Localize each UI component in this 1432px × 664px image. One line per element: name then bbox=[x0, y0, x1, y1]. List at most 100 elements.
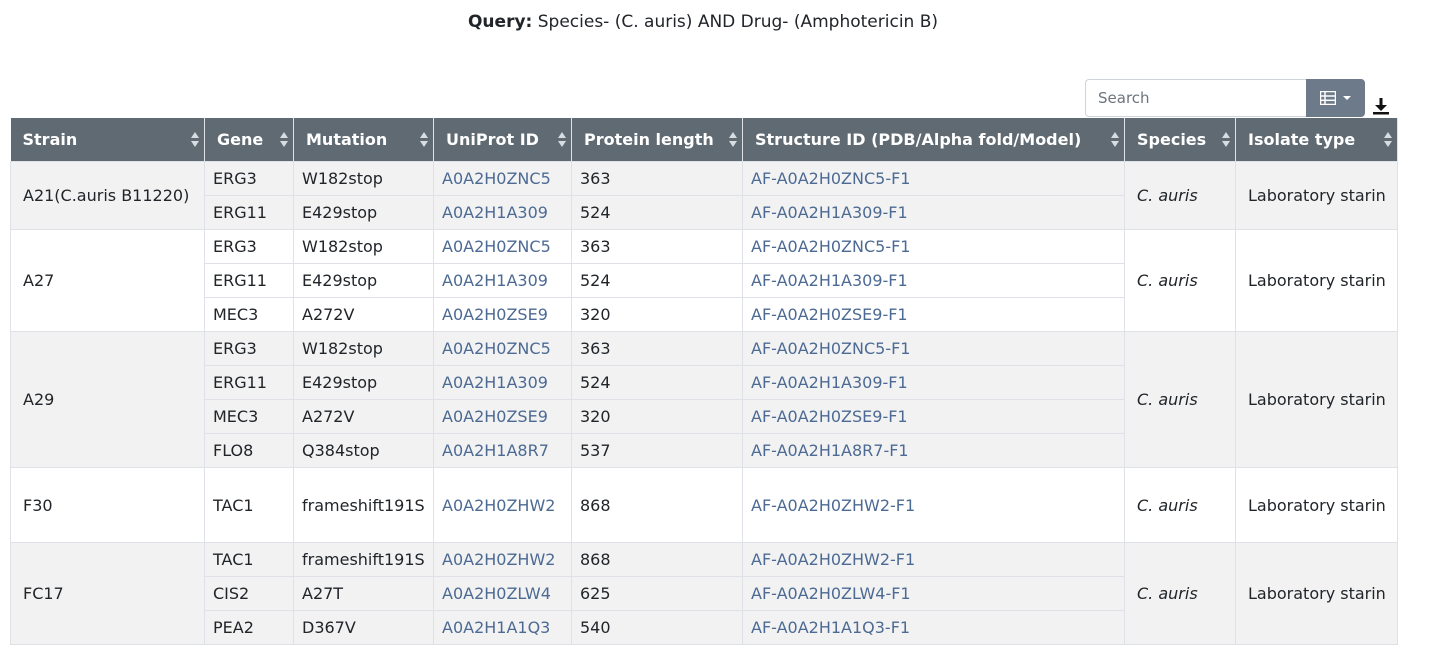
length-cell: 537 bbox=[571, 433, 743, 468]
uniprot-link[interactable]: A0A2H1A309 bbox=[442, 373, 548, 392]
structure-cell: AF-A0A2H0ZSE9-F1 bbox=[742, 297, 1125, 332]
strain-cell: A27 bbox=[10, 229, 205, 332]
mutation-cell: E429stop bbox=[293, 195, 434, 230]
structure-link[interactable]: AF-A0A2H0ZNC5-F1 bbox=[751, 169, 910, 188]
uniprot-cell: A0A2H0ZLW4 bbox=[433, 576, 572, 611]
strain-cell: A21(C.auris B11220) bbox=[10, 161, 205, 230]
sort-icon bbox=[1384, 132, 1392, 148]
query-summary: Query: Species- (C. auris) AND Drug- (Am… bbox=[0, 12, 1406, 32]
gene-cell: PEA2 bbox=[204, 610, 294, 645]
uniprot-link[interactable]: A0A2H0ZHW2 bbox=[442, 550, 555, 569]
uniprot-link[interactable]: A0A2H0ZLW4 bbox=[442, 584, 551, 603]
columns-toggle-button[interactable] bbox=[1306, 79, 1365, 117]
table-row: A21(C.auris B11220) ERG3 W182stop A0A2H0… bbox=[10, 161, 1398, 230]
list-icon bbox=[1320, 91, 1336, 105]
mutation-cell: E429stop bbox=[293, 263, 434, 298]
structure-link[interactable]: AF-A0A2H0ZHW2-F1 bbox=[751, 550, 915, 569]
length-cell: 320 bbox=[571, 399, 743, 434]
gene-cell: MEC3 bbox=[204, 297, 294, 332]
length-cell: 524 bbox=[571, 195, 743, 230]
structure-link[interactable]: AF-A0A2H0ZNC5-F1 bbox=[751, 237, 910, 256]
table-row: FC17 TAC1 frameshift191S A0A2H0ZHW2 868 … bbox=[10, 542, 1398, 645]
uniprot-cell: A0A2H0ZSE9 bbox=[433, 297, 572, 332]
uniprot-link[interactable]: A0A2H0ZNC5 bbox=[442, 339, 551, 358]
uniprot-link[interactable]: A0A2H0ZNC5 bbox=[442, 169, 551, 188]
column-header-isolate-type[interactable]: Isolate type bbox=[1235, 118, 1398, 162]
uniprot-link[interactable]: A0A2H0ZSE9 bbox=[442, 407, 548, 426]
length-cell: 524 bbox=[571, 263, 743, 298]
structure-link[interactable]: AF-A0A2H0ZLW4-F1 bbox=[751, 584, 911, 603]
mutation-cell: W182stop bbox=[293, 229, 434, 264]
isolate-type-cell: Laboratory starin bbox=[1235, 542, 1398, 645]
table-row: F30 TAC1 frameshift191S A0A2H0ZHW2 868 A… bbox=[10, 467, 1398, 543]
uniprot-link[interactable]: A0A2H1A1Q3 bbox=[442, 618, 550, 637]
strain-cell: FC17 bbox=[10, 542, 205, 645]
column-header-mutation[interactable]: Mutation bbox=[293, 118, 434, 162]
query-label: Query: bbox=[467, 12, 533, 32]
structure-link[interactable]: AF-A0A2H1A8R7-F1 bbox=[751, 441, 909, 460]
structure-cell: AF-A0A2H1A1Q3-F1 bbox=[742, 610, 1125, 645]
isolate-type-cell: Laboratory starin bbox=[1235, 331, 1398, 468]
length-cell: 868 bbox=[571, 542, 743, 577]
uniprot-link[interactable]: A0A2H1A309 bbox=[442, 271, 548, 290]
mutation-cell: W182stop bbox=[293, 161, 434, 196]
structure-link[interactable]: AF-A0A2H0ZSE9-F1 bbox=[751, 407, 908, 426]
uniprot-cell: A0A2H1A309 bbox=[433, 365, 572, 400]
mutation-cell: A272V bbox=[293, 399, 434, 434]
mutation-cell: D367V bbox=[293, 610, 434, 645]
length-cell: 363 bbox=[571, 161, 743, 196]
sort-icon bbox=[1111, 132, 1119, 148]
table-header-row: Strain Gene Mutation UniProt ID Protein … bbox=[10, 118, 1398, 162]
species-cell: C. auris bbox=[1124, 161, 1236, 230]
download-icon[interactable] bbox=[1372, 97, 1390, 115]
structure-link[interactable]: AF-A0A2H1A1Q3-F1 bbox=[751, 618, 910, 637]
sort-icon bbox=[191, 132, 199, 148]
structure-cell: AF-A0A2H0ZHW2-F1 bbox=[742, 467, 1125, 543]
structure-link[interactable]: AF-A0A2H0ZHW2-F1 bbox=[751, 496, 915, 515]
column-header-species[interactable]: Species bbox=[1124, 118, 1236, 162]
length-cell: 524 bbox=[571, 365, 743, 400]
structure-cell: AF-A0A2H0ZHW2-F1 bbox=[742, 542, 1125, 577]
uniprot-cell: A0A2H0ZHW2 bbox=[433, 467, 572, 543]
uniprot-link[interactable]: A0A2H0ZHW2 bbox=[442, 496, 555, 515]
structure-cell: AF-A0A2H1A309-F1 bbox=[742, 263, 1125, 298]
length-cell: 320 bbox=[571, 297, 743, 332]
sort-icon bbox=[420, 132, 428, 148]
species-cell: C. auris bbox=[1124, 331, 1236, 468]
length-cell: 868 bbox=[571, 467, 743, 543]
strain-cell: F30 bbox=[10, 467, 205, 543]
search-input[interactable] bbox=[1085, 79, 1306, 117]
gene-cell: ERG11 bbox=[204, 365, 294, 400]
column-header-protein-length[interactable]: Protein length bbox=[571, 118, 743, 162]
uniprot-link[interactable]: A0A2H1A309 bbox=[442, 203, 548, 222]
table-row: A29 ERG3 W182stop A0A2H0ZNC5 363 AF-A0A2… bbox=[10, 331, 1398, 468]
length-cell: 540 bbox=[571, 610, 743, 645]
structure-cell: AF-A0A2H0ZSE9-F1 bbox=[742, 399, 1125, 434]
query-text: Species- (C. auris) AND Drug- (Amphoteri… bbox=[537, 12, 939, 32]
sort-icon bbox=[729, 132, 737, 148]
column-header-structure-id[interactable]: Structure ID (PDB/Alpha fold/Model) bbox=[742, 118, 1125, 162]
column-header-strain[interactable]: Strain bbox=[10, 118, 205, 162]
uniprot-cell: A0A2H0ZNC5 bbox=[433, 161, 572, 196]
structure-link[interactable]: AF-A0A2H1A309-F1 bbox=[751, 271, 908, 290]
structure-link[interactable]: AF-A0A2H0ZNC5-F1 bbox=[751, 339, 910, 358]
uniprot-cell: A0A2H0ZSE9 bbox=[433, 399, 572, 434]
structure-link[interactable]: AF-A0A2H1A309-F1 bbox=[751, 373, 908, 392]
species-cell: C. auris bbox=[1124, 542, 1236, 645]
uniprot-link[interactable]: A0A2H1A8R7 bbox=[442, 441, 549, 460]
uniprot-link[interactable]: A0A2H0ZNC5 bbox=[442, 237, 551, 256]
mutation-table: Strain Gene Mutation UniProt ID Protein … bbox=[10, 118, 1398, 645]
gene-cell: ERG3 bbox=[204, 331, 294, 366]
structure-link[interactable]: AF-A0A2H0ZSE9-F1 bbox=[751, 305, 908, 324]
mutation-cell: A272V bbox=[293, 297, 434, 332]
species-cell: C. auris bbox=[1124, 467, 1236, 543]
uniprot-link[interactable]: A0A2H0ZSE9 bbox=[442, 305, 548, 324]
gene-cell: CIS2 bbox=[204, 576, 294, 611]
sort-icon bbox=[1222, 132, 1230, 148]
column-header-uniprot-id[interactable]: UniProt ID bbox=[433, 118, 572, 162]
uniprot-cell: A0A2H1A309 bbox=[433, 195, 572, 230]
mutation-cell: A27T bbox=[293, 576, 434, 611]
table-toolbar bbox=[1085, 79, 1365, 117]
structure-link[interactable]: AF-A0A2H1A309-F1 bbox=[751, 203, 908, 222]
column-header-gene[interactable]: Gene bbox=[204, 118, 294, 162]
